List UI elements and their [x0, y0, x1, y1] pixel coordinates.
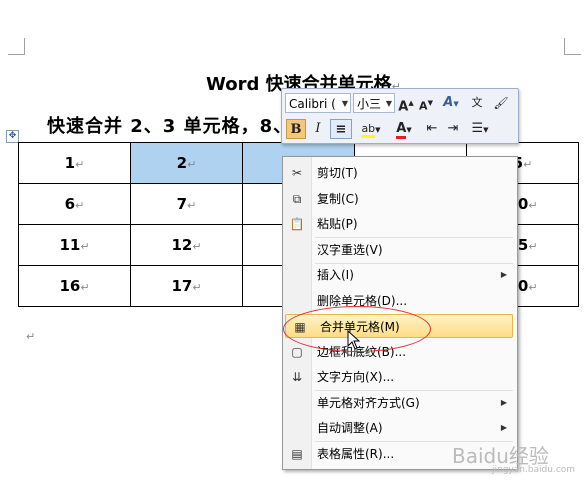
menu-item-label: 表格属性(R)... [317, 446, 395, 461]
table-cell[interactable]: 11↵ [18, 224, 131, 266]
cell-value: 1 [64, 154, 76, 172]
mini-toolbar: Calibri (▼ 小三 ▼ A▲ A▼ A▼ 文 🖌 B I ≡ ab▼ A▼… [281, 88, 519, 144]
crop-mark-left [8, 38, 25, 55]
text-highlight-button[interactable]: ab▼ [355, 119, 387, 139]
menu-item[interactable]: ⇊ 文字方向(X)... [283, 365, 515, 389]
menu-item-label: 剪切(T) [317, 166, 358, 180]
bullets-button[interactable]: ☰▼ [466, 119, 494, 139]
shrink-font-button[interactable]: A▼ [417, 93, 435, 113]
cell-mark: ↵ [528, 281, 538, 294]
bold-button[interactable]: B [286, 119, 306, 139]
phonetic-guide-button[interactable]: 文 [468, 93, 486, 113]
table-cell[interactable]: 12↵ [130, 224, 243, 266]
cell-mark: ↵ [75, 199, 85, 212]
grow-font-button[interactable]: A▲ [397, 93, 415, 114]
cell-value: 12 [171, 236, 193, 254]
cell-mark: ↵ [80, 281, 90, 294]
watermark-url: jingyan.baidu.com [492, 465, 576, 475]
table-cell[interactable]: 7↵ [130, 183, 243, 225]
table-cell[interactable]: 2↵ [130, 142, 243, 184]
menu-item[interactable]: 自动调整(A) ▶ [283, 416, 515, 440]
decrease-indent-button[interactable]: ⇤ [423, 119, 441, 139]
table-properties-icon: ▤ [291, 446, 303, 461]
submenu-arrow-icon: ▶ [500, 423, 507, 432]
menu-item-label: 复制(C) [317, 191, 359, 206]
submenu-arrow-icon: ▶ [500, 397, 507, 407]
menu-item[interactable]: ✂ 剪切(T) [283, 161, 515, 185]
paragraph-mark: ↵ [26, 330, 36, 343]
increase-indent-button[interactable]: ⇥ [444, 119, 462, 139]
menu-item-label: 自动调整(A) [317, 421, 383, 435]
cell-value: 6 [64, 195, 76, 213]
cell-mark: ↵ [523, 158, 533, 171]
cell-value: 17 [171, 277, 193, 295]
menu-item-label: 单元格对齐方式(G) [317, 395, 420, 410]
menu-item[interactable]: ⧉ 复制(C) [283, 187, 515, 211]
format-painter-icon[interactable]: 🖌 [492, 93, 510, 113]
font-name-dropdown[interactable]: Calibri (▼ [285, 93, 351, 113]
menu-item-label: 插入(I) [317, 268, 354, 282]
cell-value: 11 [59, 236, 81, 254]
center-align-button[interactable]: ≡ [330, 119, 352, 139]
italic-button[interactable]: I [309, 119, 327, 139]
menu-item[interactable]: 单元格对齐方式(G) ▶ [283, 391, 515, 415]
crop-mark-right [564, 38, 581, 55]
cell-value: 7 [176, 195, 188, 213]
table-cell[interactable]: 17↵ [130, 265, 243, 307]
menu-item-label: 汉字重选(V) [317, 242, 383, 257]
cell-value: 2 [176, 154, 188, 172]
cell-mark: ↵ [192, 281, 202, 294]
font-color-button[interactable]: A▼ [389, 119, 419, 139]
cell-value: 16 [59, 277, 81, 295]
cell-mark: ↵ [528, 199, 538, 212]
borders-icon: ▢ [291, 344, 303, 359]
document-subtitle: 快速合并 2、3 单元格，8、 [47, 116, 293, 137]
cell-mark: ↵ [192, 240, 202, 253]
cell-mark: ↵ [187, 199, 197, 212]
font-size-dropdown[interactable]: 小三 ▼ [353, 93, 395, 113]
menu-item-label: 粘贴(P) [317, 217, 358, 231]
mouse-pointer-icon [347, 330, 361, 350]
cell-mark: ↵ [80, 240, 90, 253]
paste-icon: 📋 [289, 217, 305, 231]
table-cell[interactable]: 1↵ [18, 142, 131, 184]
cell-mark: ↵ [187, 158, 197, 171]
menu-item[interactable]: 插入(I) ▶ [283, 263, 515, 287]
table-cell[interactable]: 6↵ [18, 183, 131, 225]
cell-mark: ↵ [528, 240, 538, 253]
table-cell[interactable]: 16↵ [18, 265, 131, 307]
menu-item[interactable]: 📋 粘贴(P) [283, 212, 515, 236]
cell-mark: ↵ [75, 158, 85, 171]
menu-item[interactable]: 汉字重选(V) [283, 238, 515, 262]
menu-item-label: 文字方向(X)... [317, 370, 395, 384]
text-direction-icon: ⇊ [291, 370, 303, 384]
styles-button[interactable]: A▼ [440, 93, 462, 113]
scissors-icon: ✂ [291, 166, 303, 180]
submenu-arrow-icon: ▶ [500, 270, 507, 279]
copy-icon: ⧉ [292, 191, 302, 206]
